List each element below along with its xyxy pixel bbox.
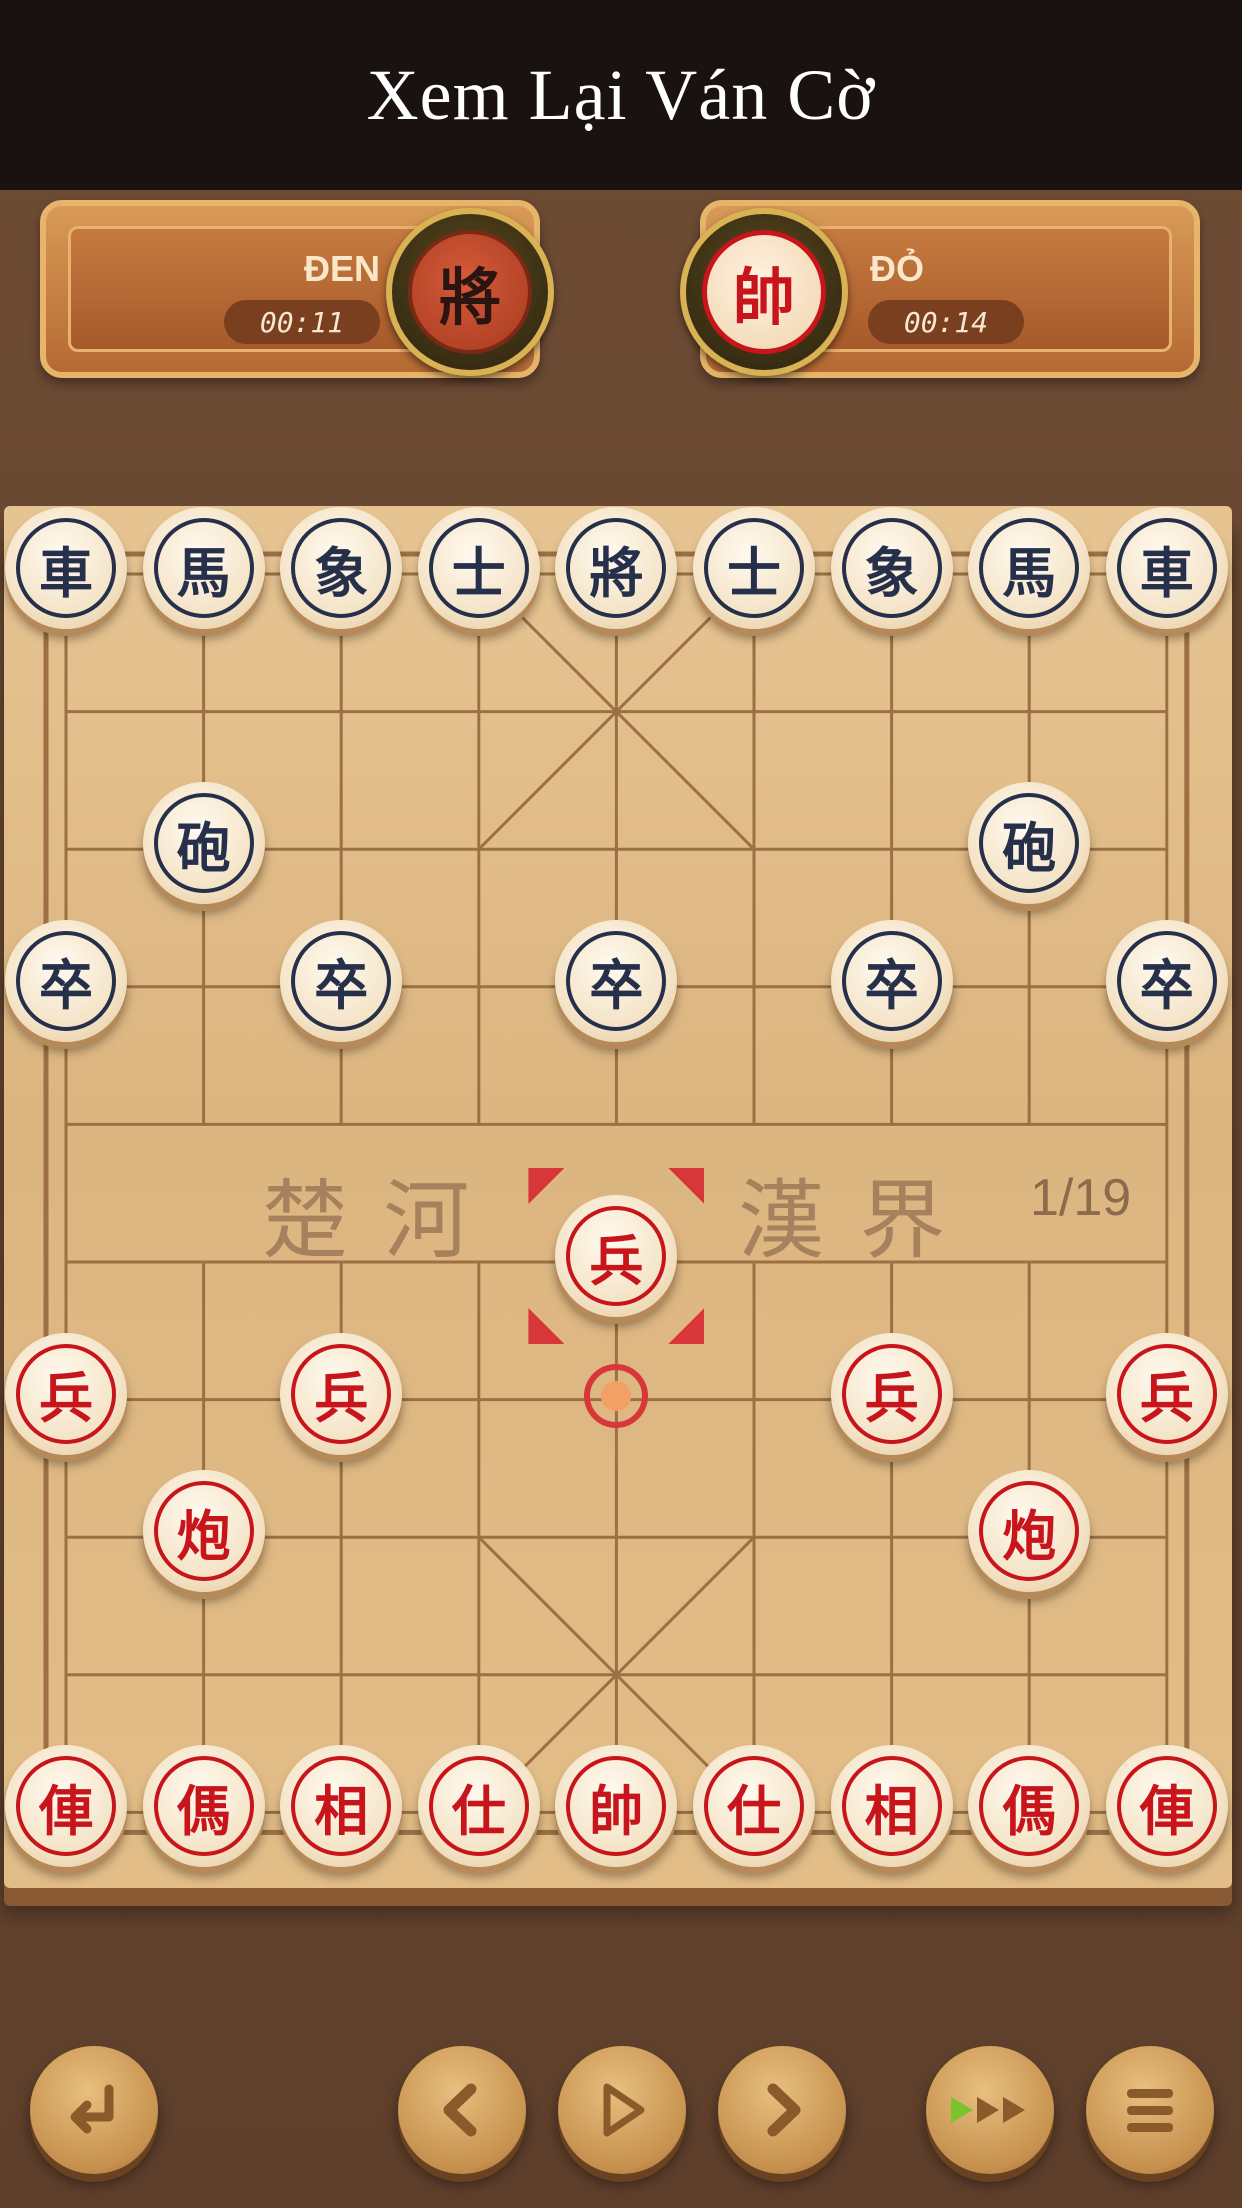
black-piece[interactable]: 砲 xyxy=(968,782,1091,905)
fast-forward-icon xyxy=(951,2097,1025,2123)
black-piece[interactable]: 士 xyxy=(417,507,540,629)
piece-label: 兵 xyxy=(841,1343,942,1444)
red-piece[interactable]: 相 xyxy=(280,1745,403,1868)
piece-label: 兵 xyxy=(1116,1343,1217,1444)
black-piece[interactable]: 馬 xyxy=(968,507,1091,629)
red-piece[interactable]: 仕 xyxy=(693,1745,815,1868)
red-player-label: ĐỎ xyxy=(870,248,924,289)
piece-label: 車 xyxy=(16,518,116,618)
piece-label: 卒 xyxy=(841,930,942,1031)
piece-label: 帥 xyxy=(566,1756,667,1857)
red-piece[interactable]: 兵 xyxy=(1105,1332,1228,1455)
black-piece[interactable]: 卒 xyxy=(1105,919,1228,1042)
piece-label: 車 xyxy=(1116,518,1217,618)
red-player-timer: 00:14 xyxy=(868,300,1024,344)
red-piece[interactable]: 相 xyxy=(830,1745,953,1868)
return-arrow-icon xyxy=(70,2084,114,2134)
piece-label: 仕 xyxy=(428,1756,529,1857)
black-piece[interactable]: 車 xyxy=(1105,507,1228,629)
river-right-text: 漢 界 xyxy=(738,1171,950,1271)
piece-label: 炮 xyxy=(153,1481,254,1582)
red-general-icon: 帥 xyxy=(702,230,826,354)
red-piece[interactable]: 兵 xyxy=(280,1332,403,1455)
piece-label: 馬 xyxy=(153,518,254,618)
black-piece[interactable]: 卒 xyxy=(5,919,127,1042)
last-move-marker xyxy=(584,1363,649,1428)
red-piece[interactable]: 炮 xyxy=(142,1470,265,1593)
black-player-timer: 00:11 xyxy=(224,300,380,344)
previous-move-button[interactable] xyxy=(398,2046,526,2174)
piece-label: 兵 xyxy=(16,1343,116,1444)
red-piece[interactable]: 帥 xyxy=(555,1745,678,1868)
red-piece[interactable]: 兵 xyxy=(5,1332,127,1455)
title-bar: Xem Lại Ván Cờ xyxy=(0,0,1242,190)
piece-label: 砲 xyxy=(979,793,1080,894)
piece-label: 卒 xyxy=(291,930,392,1031)
red-piece[interactable]: 兵 xyxy=(830,1332,953,1455)
black-player-label: ĐEN xyxy=(304,248,381,289)
next-move-button[interactable] xyxy=(718,2046,846,2174)
hamburger-menu-icon xyxy=(1127,2089,1173,2132)
black-piece[interactable]: 車 xyxy=(5,507,127,629)
menu-button[interactable] xyxy=(1086,2046,1214,2174)
back-button[interactable] xyxy=(30,2046,158,2174)
red-piece[interactable]: 傌 xyxy=(968,1745,1091,1868)
black-piece[interactable]: 卒 xyxy=(555,919,678,1042)
piece-label: 將 xyxy=(566,518,667,618)
black-piece[interactable]: 象 xyxy=(830,507,953,629)
red-piece[interactable]: 炮 xyxy=(968,1470,1091,1593)
river-left-text: 楚 河 xyxy=(262,1171,474,1271)
black-player-avatar: 將 xyxy=(386,208,554,376)
piece-label: 象 xyxy=(841,518,942,618)
page-title: Xem Lại Ván Cờ xyxy=(366,54,876,135)
play-button[interactable] xyxy=(558,2046,686,2174)
fast-forward-button[interactable] xyxy=(926,2046,1054,2174)
piece-label: 砲 xyxy=(153,793,254,894)
black-piece[interactable]: 象 xyxy=(280,507,403,629)
black-piece[interactable]: 馬 xyxy=(142,507,265,629)
black-piece[interactable]: 砲 xyxy=(142,782,265,905)
red-piece[interactable]: 仕 xyxy=(417,1745,540,1868)
piece-label: 傌 xyxy=(979,1756,1080,1857)
black-general-icon: 將 xyxy=(408,230,532,354)
piece-label: 卒 xyxy=(1116,930,1217,1031)
red-player-avatar: 帥 xyxy=(680,208,848,376)
black-piece[interactable]: 卒 xyxy=(830,919,953,1042)
piece-label: 俥 xyxy=(1116,1756,1217,1857)
piece-label: 炮 xyxy=(979,1481,1080,1582)
red-piece[interactable]: 傌 xyxy=(142,1745,265,1868)
red-piece[interactable]: 兵 xyxy=(555,1195,678,1317)
piece-label: 傌 xyxy=(153,1756,254,1857)
piece-label: 馬 xyxy=(979,518,1080,618)
piece-label: 象 xyxy=(291,518,392,618)
chevron-left-icon xyxy=(443,2083,477,2137)
piece-label: 仕 xyxy=(704,1756,804,1857)
piece-label: 相 xyxy=(841,1756,942,1857)
move-counter: 1/19 xyxy=(1030,1169,1132,1227)
black-piece[interactable]: 將 xyxy=(555,507,678,629)
piece-label: 相 xyxy=(291,1756,392,1857)
chevron-right-icon xyxy=(767,2083,801,2137)
piece-label: 卒 xyxy=(16,930,116,1031)
piece-label: 俥 xyxy=(16,1756,116,1857)
play-icon xyxy=(603,2083,645,2137)
red-piece[interactable]: 俥 xyxy=(5,1745,127,1868)
piece-label: 兵 xyxy=(291,1343,392,1444)
piece-label: 士 xyxy=(704,518,804,618)
piece-label: 卒 xyxy=(566,930,667,1031)
piece-label: 兵 xyxy=(566,1206,667,1306)
black-piece[interactable]: 士 xyxy=(693,507,815,629)
black-piece[interactable]: 卒 xyxy=(280,919,403,1042)
red-piece[interactable]: 俥 xyxy=(1105,1745,1228,1868)
piece-label: 士 xyxy=(428,518,529,618)
